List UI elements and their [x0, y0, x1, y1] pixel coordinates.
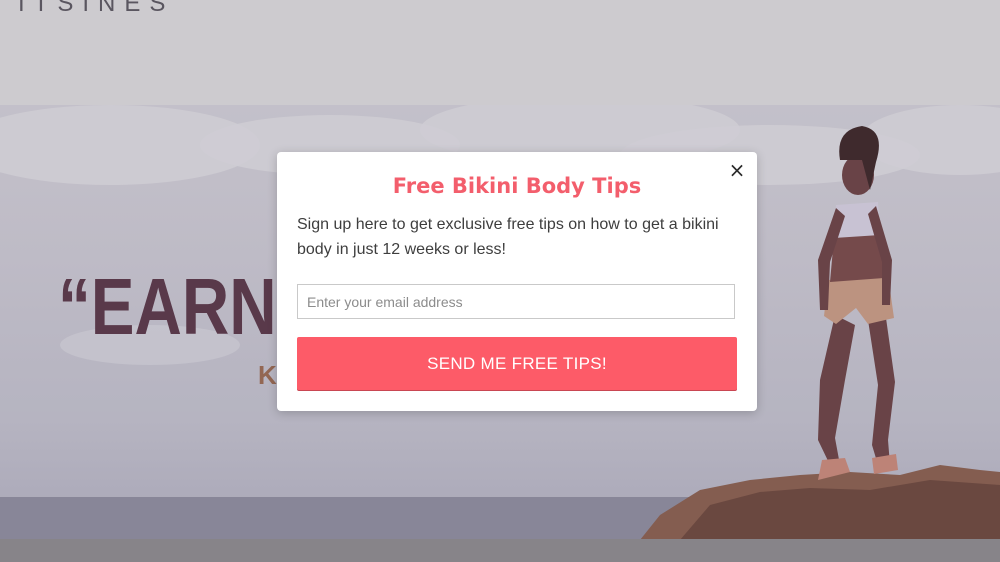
- send-tips-button[interactable]: SEND ME FREE TIPS!: [297, 337, 737, 390]
- signup-modal: × Free Bikini Body Tips Sign up here to …: [277, 152, 757, 411]
- email-input[interactable]: [297, 284, 735, 319]
- modal-description: Sign up here to get exclusive free tips …: [297, 216, 719, 258]
- modal-title: Free Bikini Body Tips: [392, 174, 642, 198]
